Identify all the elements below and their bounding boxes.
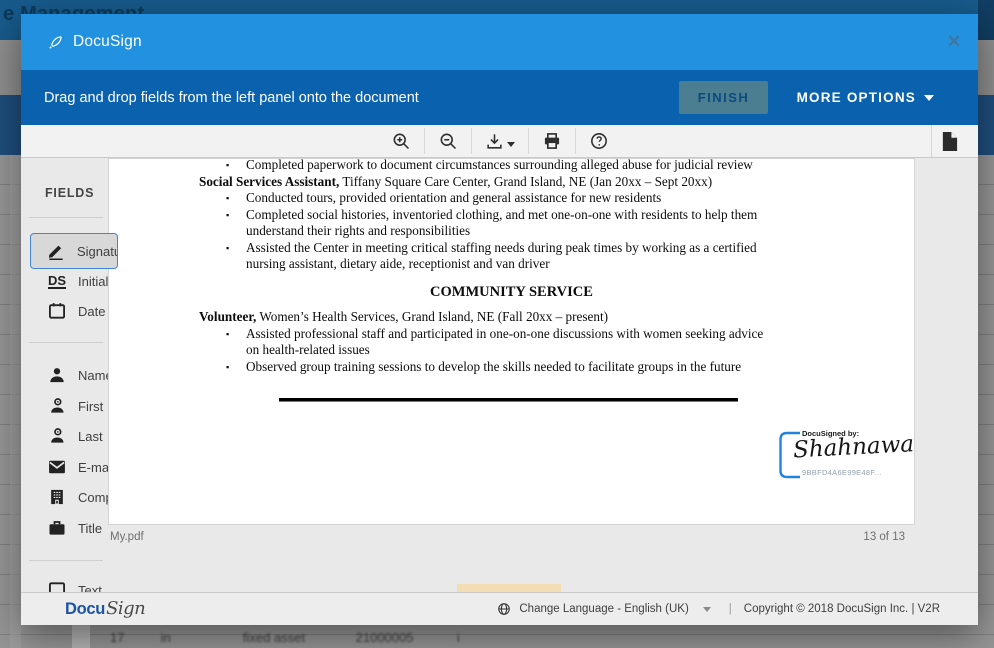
zoom-in-button[interactable] <box>378 125 424 157</box>
logo-docu-text: Docu <box>65 600 105 619</box>
instruction-text: Drag and drop fields from the left panel… <box>44 70 419 125</box>
document-line: ▪Assisted the Center in meeting critical… <box>109 240 914 257</box>
field-item-text[interactable]: Text <box>21 575 201 592</box>
text-field-icon <box>47 580 67 592</box>
document-toolbar <box>21 125 978 158</box>
footer-right: Change Language - English (UK) | Copyrig… <box>497 593 940 625</box>
document-line: Social Services Assistant, Tiffany Squar… <box>109 174 914 191</box>
more-options-button[interactable]: MORE OPTIONS <box>797 70 934 125</box>
document-line: ▪Completed social histories, inventoried… <box>109 207 914 224</box>
footer-divider: | <box>729 603 732 615</box>
document-line: nursing assistant, dietary aide, recepti… <box>109 256 914 273</box>
bullet-marker: ▪ <box>226 207 229 224</box>
change-language-link[interactable]: Change Language - English (UK) <box>519 603 688 615</box>
sign-pen-icon <box>46 241 66 261</box>
field-tag-fragment <box>457 584 561 592</box>
document-line: on health-related issues <box>109 342 914 359</box>
download-options-caret-icon <box>507 142 515 147</box>
document-line: ▪Completed paperwork to document circums… <box>109 158 914 174</box>
field-item-label: Initial <box>78 274 108 289</box>
modal-footer: Docu Sign Change Language - English (UK)… <box>21 592 978 625</box>
globe-icon <box>497 602 511 616</box>
print-icon <box>542 131 562 151</box>
panel-divider <box>29 342 103 343</box>
fields-panel-title: FIELDS <box>45 186 94 200</box>
download-icon <box>485 132 504 151</box>
docusign-logo: Docu Sign <box>65 598 145 619</box>
bullet-marker: ▪ <box>226 359 229 376</box>
document-line: ▪Observed group training sessions to dev… <box>109 359 914 376</box>
finish-button[interactable]: FINISH <box>679 81 768 114</box>
toolbar-button-group <box>21 125 978 157</box>
field-item-label: First <box>78 399 103 414</box>
close-icon[interactable]: ✕ <box>943 31 965 53</box>
signature-id: 9BBFD4A6E99E48F... <box>802 468 882 477</box>
person-first-icon <box>47 396 67 416</box>
field-item-label: Date <box>78 304 105 319</box>
briefcase-icon <box>47 518 67 538</box>
modal-header: DocuSign ✕ <box>21 14 978 70</box>
document-line: ▪Conducted tours, provided orientation a… <box>109 190 914 207</box>
bullet-marker: ▪ <box>226 326 229 343</box>
panel-divider <box>29 217 103 218</box>
document-line: COMMUNITY SERVICE <box>109 284 914 301</box>
bullet-marker: ▪ <box>226 190 229 207</box>
document-line: Volunteer, Women’s Health Services, Gran… <box>109 309 914 326</box>
zoom-out-icon <box>438 131 458 151</box>
document-text: ▪Completed paperwork to document circums… <box>109 158 914 375</box>
document-page-icon <box>940 131 959 152</box>
field-item-label: Signature <box>77 244 118 259</box>
bullet-marker: ▪ <box>226 158 229 174</box>
field-item-label: Title <box>78 521 102 536</box>
background-table-column <box>10 155 21 648</box>
page-indicator: 13 of 13 <box>863 531 905 543</box>
document-line: ▪Assisted professional staff and partici… <box>109 326 914 343</box>
signature-block[interactable]: DocuSigned by: Shahnawaz 9BBFD4A6E99E48F… <box>778 429 908 485</box>
help-icon <box>589 131 609 151</box>
instruction-bar: Drag and drop fields from the left panel… <box>21 70 978 125</box>
document-horizontal-rule <box>279 398 738 402</box>
field-item-signature[interactable]: Signature <box>30 233 118 269</box>
field-item-label: Last <box>78 429 103 444</box>
copyright-text: Copyright © 2018 DocuSign Inc. | V2R <box>744 603 940 615</box>
person-icon <box>47 365 67 385</box>
logo-sign-text: Sign <box>106 598 145 619</box>
building-icon <box>47 487 67 507</box>
chevron-down-icon <box>924 95 934 101</box>
pen-nib-icon <box>47 34 64 51</box>
panel-divider <box>29 560 103 561</box>
calendar-icon <box>47 301 67 321</box>
more-options-label: MORE OPTIONS <box>797 90 916 105</box>
download-button[interactable] <box>472 125 528 157</box>
docusign-modal: DocuSign ✕ Drag and drop fields from the… <box>21 14 978 625</box>
person-last-icon <box>47 426 67 446</box>
envelope-icon <box>47 457 67 477</box>
language-caret-icon[interactable] <box>703 607 711 612</box>
zoom-out-button[interactable] <box>425 125 471 157</box>
document-line: understand their rights and responsibili… <box>109 223 914 240</box>
zoom-in-icon <box>391 131 411 151</box>
modal-title: DocuSign <box>73 33 142 51</box>
modal-content: FIELDS SignatureDSInitialDateNameFirstLa… <box>21 158 978 592</box>
bullet-marker: ▪ <box>226 240 229 257</box>
background-table-row-text: 17 in fixed asset 21000005 i <box>110 630 830 645</box>
print-button[interactable] <box>529 125 575 157</box>
field-item-label: Text <box>78 583 102 593</box>
background-header-corner <box>978 0 994 40</box>
ds-initial-icon: DS <box>47 271 67 291</box>
background-table-cell <box>72 625 90 648</box>
docusign-brand: DocuSign <box>47 14 142 70</box>
pdf-document-page[interactable]: ▪Completed paperwork to document circums… <box>108 158 915 525</box>
help-button[interactable] <box>576 125 622 157</box>
page-layout-button[interactable] <box>931 125 967 157</box>
